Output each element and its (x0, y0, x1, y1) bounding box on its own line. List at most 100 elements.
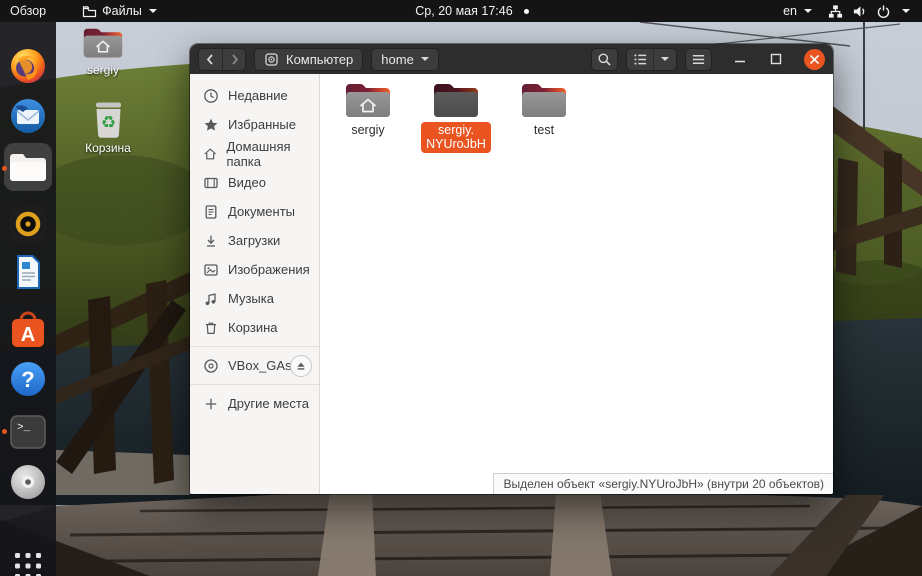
image-icon (204, 263, 218, 276)
activities-label: Обзор (10, 4, 47, 18)
svg-text:>_: >_ (17, 422, 31, 434)
desktop-icon-home-folder[interactable]: sergiy (71, 26, 135, 77)
desktop-icon-label: Корзина (85, 141, 131, 155)
folder-icon (522, 84, 566, 117)
firefox-icon[interactable] (8, 46, 48, 86)
chevron-down-icon (804, 9, 813, 13)
menu-button[interactable] (685, 47, 712, 71)
keyboard-layout-button[interactable]: en (777, 0, 818, 22)
sidebar-item-label: Другие места (228, 396, 309, 411)
dock: A ? >_ (0, 22, 56, 576)
path-label: home (381, 51, 414, 67)
window-titlebar[interactable]: Компьютер home (190, 44, 833, 74)
libreoffice-writer-icon[interactable] (8, 252, 48, 292)
notification-dot (523, 8, 529, 14)
files-window: Компьютер home Недавние Избранные Домашн… (190, 44, 833, 494)
volume-icon (852, 4, 867, 19)
sidebar-item-label: Избранные (228, 117, 296, 132)
download-icon (207, 235, 215, 247)
trash-icon (206, 322, 216, 334)
files-icon[interactable] (8, 147, 48, 187)
system-status-area[interactable] (822, 0, 916, 22)
keyboard-layout-label: en (783, 4, 798, 18)
forward-button[interactable] (222, 48, 245, 70)
home-icon (204, 147, 217, 159)
eject-button[interactable] (290, 354, 312, 377)
rhythmbox-icon[interactable] (8, 204, 48, 244)
music-icon (205, 292, 216, 305)
sidebar-item-vbox-gas[interactable]: VBox_GAs… (190, 351, 319, 380)
search-icon (598, 52, 611, 66)
status-text: Выделен объект «sergiy.NYUroJbH» (внутри… (503, 477, 824, 491)
view-options-chevron[interactable] (654, 49, 676, 70)
sidebar-item-label: Домашняя папка (226, 138, 291, 169)
sidebar-item-label: Изображения (228, 262, 310, 277)
sidebar: Недавние Избранные Домашняя папка Видео … (190, 74, 320, 494)
sidebar-item-trash[interactable]: Корзина (190, 313, 319, 342)
help-icon[interactable]: ? (8, 359, 48, 399)
location-button[interactable]: Компьютер (254, 47, 364, 71)
sidebar-item-label: Документы (228, 204, 296, 219)
app-grid-icon[interactable] (8, 546, 48, 576)
ubuntu-software-icon[interactable]: A (8, 310, 48, 350)
close-icon (809, 54, 820, 64)
view-toggle-button[interactable] (626, 47, 677, 71)
sidebar-item-videos[interactable]: Видео (190, 168, 319, 197)
close-button[interactable] (804, 48, 825, 70)
thunderbird-icon[interactable] (8, 96, 48, 136)
hamburger-icon (692, 54, 705, 64)
file-label: test (533, 123, 555, 137)
svg-text:A: A (21, 324, 35, 346)
network-icon (828, 4, 843, 19)
minimize-button[interactable] (732, 51, 748, 67)
home-folder-icon (346, 84, 390, 117)
disc-icon[interactable] (8, 462, 48, 502)
files-app-icon (82, 5, 97, 18)
sidebar-item-label: Загрузки (228, 233, 281, 248)
svg-text:♻: ♻ (100, 113, 115, 133)
path-button[interactable]: home (371, 47, 439, 71)
clock-icon (204, 88, 218, 103)
file-item-sergiy-nyurojbh[interactable]: sergiy. NYUroJbH (412, 82, 500, 153)
file-area[interactable]: sergiy sergiy. NYUroJbH test Выделен объ… (320, 74, 833, 494)
back-button[interactable] (199, 48, 222, 70)
document-icon (205, 204, 217, 219)
sidebar-item-label: Видео (228, 175, 266, 190)
terminal-icon[interactable]: >_ (8, 412, 48, 452)
desktop-icon-trash[interactable]: ♻ Корзина (76, 101, 140, 155)
sidebar-item-pictures[interactable]: Изображения (190, 255, 319, 284)
top-bar: Обзор Файлы Ср, 20 мая 17:46 en (0, 0, 922, 22)
app-menu-button[interactable]: Файлы (72, 0, 167, 22)
list-view-icon (627, 49, 653, 70)
terminal-running-dot (2, 429, 7, 434)
chevron-down-icon (902, 9, 911, 13)
sidebar-item-label: Корзина (228, 320, 278, 335)
home-folder-icon (83, 28, 123, 58)
trash-icon: ♻ (95, 102, 121, 138)
sidebar-item-music[interactable]: Музыка (190, 284, 319, 313)
sidebar-item-label: Музыка (228, 291, 274, 306)
sidebar-separator (190, 384, 319, 385)
search-button[interactable] (591, 47, 618, 71)
sidebar-item-starred[interactable]: Избранные (190, 110, 319, 139)
sidebar-item-recent[interactable]: Недавние (190, 81, 319, 110)
plus-icon (205, 398, 217, 409)
status-bar: Выделен объект «sergiy.NYUroJbH» (внутри… (493, 473, 833, 494)
file-label: sergiy (351, 123, 385, 137)
file-item-sergiy[interactable]: sergiy (324, 82, 412, 153)
sidebar-item-downloads[interactable]: Загрузки (190, 226, 319, 255)
clock-button[interactable]: Ср, 20 мая 17:46 (405, 0, 538, 22)
eject-icon (297, 362, 305, 370)
files-running-dot (2, 166, 7, 171)
power-icon (876, 4, 891, 19)
activities-button[interactable]: Обзор (0, 0, 56, 22)
file-item-test[interactable]: test (500, 82, 588, 153)
sidebar-item-other-locations[interactable]: Другие места (190, 389, 319, 418)
sidebar-item-documents[interactable]: Документы (190, 197, 319, 226)
star-icon (204, 118, 218, 131)
video-icon (204, 177, 218, 188)
svg-text:?: ? (21, 367, 34, 392)
maximize-button[interactable] (768, 51, 784, 67)
sidebar-item-home[interactable]: Домашняя папка (190, 138, 319, 169)
clock-label: Ср, 20 мая 17:46 (415, 4, 513, 18)
